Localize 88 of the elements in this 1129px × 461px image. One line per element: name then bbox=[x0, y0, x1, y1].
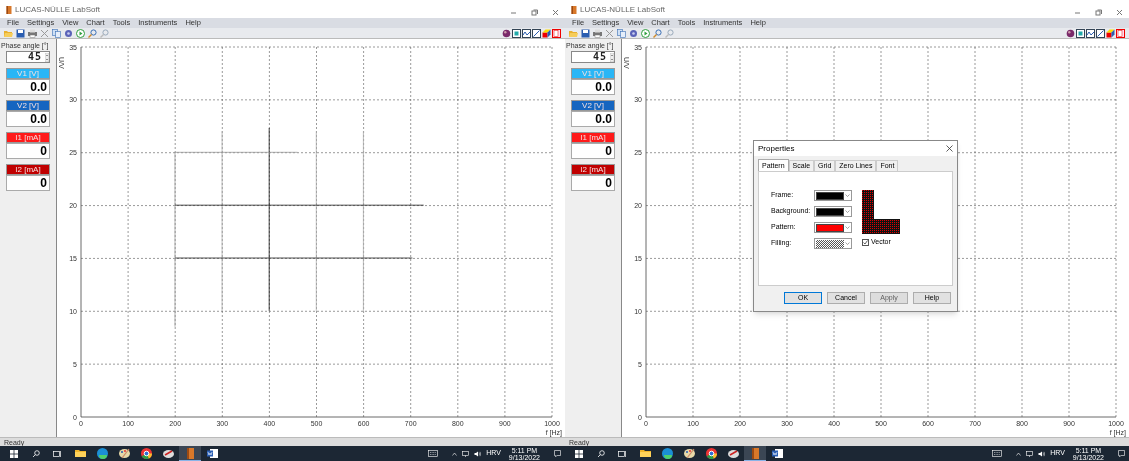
chevron-down-icon bbox=[844, 225, 851, 230]
windows-logo-icon[interactable] bbox=[10, 449, 18, 458]
check-icon bbox=[863, 239, 868, 245]
spinner-value: 45 bbox=[27, 52, 43, 62]
chevron-down-icon bbox=[844, 209, 851, 214]
play-icon[interactable] bbox=[76, 28, 85, 38]
meter-header: V1 [V] bbox=[6, 68, 50, 79]
search-icon[interactable] bbox=[597, 449, 605, 458]
print-icon[interactable] bbox=[28, 28, 37, 38]
restore-icon[interactable] bbox=[1095, 9, 1102, 16]
spin-arrows-icon[interactable] bbox=[45, 52, 49, 62]
page-icon[interactable] bbox=[1116, 28, 1125, 38]
meter-header: I1 [mA] bbox=[6, 132, 50, 143]
speaker-icon[interactable] bbox=[474, 450, 482, 457]
task-view-icon[interactable] bbox=[618, 449, 626, 458]
chevron-down-icon bbox=[844, 241, 851, 246]
wave-icon[interactable] bbox=[522, 28, 531, 38]
notification-icon[interactable] bbox=[1118, 450, 1125, 457]
pattern-swatch bbox=[816, 239, 844, 248]
square-icon[interactable] bbox=[512, 28, 521, 38]
chevron-up-icon[interactable] bbox=[452, 451, 458, 456]
close-icon[interactable] bbox=[946, 145, 953, 152]
windows-logo-icon[interactable] bbox=[575, 449, 583, 458]
speaker-icon[interactable] bbox=[1038, 450, 1046, 457]
pattern-preview-drawing bbox=[862, 190, 900, 234]
color-dropdown[interactable] bbox=[814, 222, 852, 233]
meter-header: I1 [mA] bbox=[571, 132, 615, 143]
copy-icon[interactable] bbox=[617, 28, 626, 38]
sphere-icon[interactable] bbox=[502, 28, 511, 38]
meter-header: V2 [V] bbox=[6, 100, 50, 111]
sphere-icon[interactable] bbox=[1066, 28, 1075, 38]
zoom-in-icon[interactable] bbox=[653, 28, 662, 38]
task-view-icon[interactable] bbox=[53, 449, 61, 458]
app-icon bbox=[6, 6, 12, 14]
keyboard-icon[interactable] bbox=[992, 450, 1003, 457]
chevron-up-icon[interactable] bbox=[1016, 451, 1022, 456]
close-icon[interactable] bbox=[552, 9, 559, 16]
save-icon[interactable] bbox=[581, 28, 590, 38]
wave-icon[interactable] bbox=[1086, 28, 1095, 38]
fill-pattern-dropdown[interactable] bbox=[814, 238, 852, 249]
restore-icon[interactable] bbox=[531, 9, 538, 16]
folder-icon bbox=[638, 447, 652, 460]
play-icon[interactable] bbox=[641, 28, 650, 38]
chevron-down-icon bbox=[844, 193, 851, 198]
cube-icon[interactable] bbox=[1106, 28, 1115, 38]
cube-icon[interactable] bbox=[542, 28, 551, 38]
zoom-in-icon[interactable] bbox=[88, 28, 97, 38]
meter-header: I2 [mA] bbox=[6, 164, 50, 175]
meter-reading: 0.0 bbox=[571, 111, 615, 127]
meter-header: V2 [V] bbox=[571, 100, 615, 111]
notification-icon[interactable] bbox=[554, 450, 561, 457]
copy-icon[interactable] bbox=[52, 28, 61, 38]
meter-reading: 0 bbox=[571, 175, 615, 191]
network-icon[interactable] bbox=[1026, 450, 1034, 457]
meter-reading: 0 bbox=[571, 143, 615, 159]
app-icon bbox=[571, 6, 577, 14]
dialog-title: Properties bbox=[758, 142, 795, 155]
color-dropdown[interactable] bbox=[814, 206, 852, 217]
meter-reading: 0.0 bbox=[6, 79, 50, 95]
meter-reading: 0.0 bbox=[571, 79, 615, 95]
print-icon[interactable] bbox=[593, 28, 602, 38]
phase-angle-spinner[interactable]: 45 bbox=[6, 51, 50, 63]
palette-icon bbox=[682, 447, 696, 460]
spin-arrows-icon[interactable] bbox=[610, 52, 614, 62]
folder-icon bbox=[73, 447, 87, 460]
square-icon[interactable] bbox=[1076, 28, 1085, 38]
phase-angle-spinner[interactable]: 45 bbox=[571, 51, 615, 63]
meter-reading: 0 bbox=[6, 143, 50, 159]
meter-header: V1 [V] bbox=[571, 68, 615, 79]
meter-reading: 0.0 bbox=[6, 111, 50, 127]
spinner-value: 45 bbox=[592, 52, 608, 62]
meter-reading: 0 bbox=[6, 175, 50, 191]
diagonal-icon[interactable] bbox=[532, 28, 541, 38]
vector-checkbox[interactable] bbox=[862, 238, 869, 246]
palette-icon bbox=[117, 447, 131, 460]
close-icon[interactable] bbox=[1116, 9, 1123, 16]
save-icon[interactable] bbox=[16, 28, 25, 38]
color-dropdown[interactable] bbox=[814, 190, 852, 201]
page-icon[interactable] bbox=[552, 28, 561, 38]
window-title: LUCAS-NÜLLE LabSoft bbox=[15, 4, 100, 16]
network-icon[interactable] bbox=[462, 450, 470, 457]
diagonal-icon[interactable] bbox=[1096, 28, 1105, 38]
document-icon bbox=[205, 447, 219, 460]
meter-header: I2 [mA] bbox=[571, 164, 615, 175]
search-icon[interactable] bbox=[32, 449, 40, 458]
keyboard-icon[interactable] bbox=[428, 450, 439, 457]
window-title: LUCAS-NÜLLE LabSoft bbox=[580, 4, 665, 16]
document-icon bbox=[770, 447, 784, 460]
